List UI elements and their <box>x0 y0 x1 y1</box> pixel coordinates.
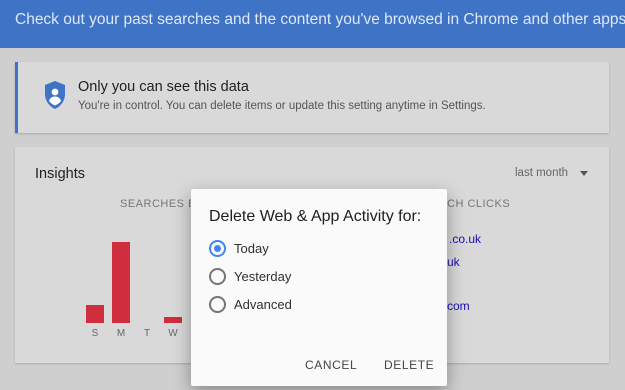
top-banner: Check out your past searches and the con… <box>0 0 625 48</box>
radio-label-advanced: Advanced <box>234 297 292 312</box>
privacy-card: Only you can see this data You're in con… <box>15 62 609 133</box>
day-label-0: S <box>91 328 99 339</box>
radio-option-today[interactable]: Today <box>209 240 269 257</box>
radio-button-advanced[interactable] <box>209 296 226 313</box>
radio-button-yesterday[interactable] <box>209 268 226 285</box>
dialog-title: Delete Web & App Activity for: <box>209 208 422 225</box>
bar-w-3 <box>164 317 182 323</box>
shield-person-icon <box>45 81 65 109</box>
day-label-1: M <box>116 328 126 339</box>
day-label-3: W <box>168 328 178 339</box>
radio-option-advanced[interactable]: Advanced <box>209 296 292 313</box>
delete-button[interactable]: DELETE <box>384 358 434 372</box>
radio-label-today: Today <box>234 241 269 256</box>
bar-m-1 <box>112 242 130 323</box>
radio-label-yesterday: Yesterday <box>234 269 292 284</box>
privacy-title: Only you can see this data <box>78 79 249 95</box>
bar-s-0 <box>86 305 104 323</box>
banner-text: Check out your past searches and the con… <box>15 11 625 28</box>
radio-option-yesterday[interactable]: Yesterday <box>209 268 291 285</box>
site-link-1[interactable]: .co.uk <box>449 232 481 246</box>
day-label-2: T <box>143 328 151 339</box>
site-link-2[interactable]: uk <box>447 255 460 269</box>
privacy-subtitle: You're in control. You can delete items … <box>78 100 486 112</box>
delete-activity-dialog: Delete Web & App Activity for: Today Yes… <box>191 189 447 386</box>
radio-button-today[interactable] <box>209 240 226 257</box>
cancel-button[interactable]: CANCEL <box>305 358 357 372</box>
site-link-3[interactable]: com <box>447 299 470 313</box>
